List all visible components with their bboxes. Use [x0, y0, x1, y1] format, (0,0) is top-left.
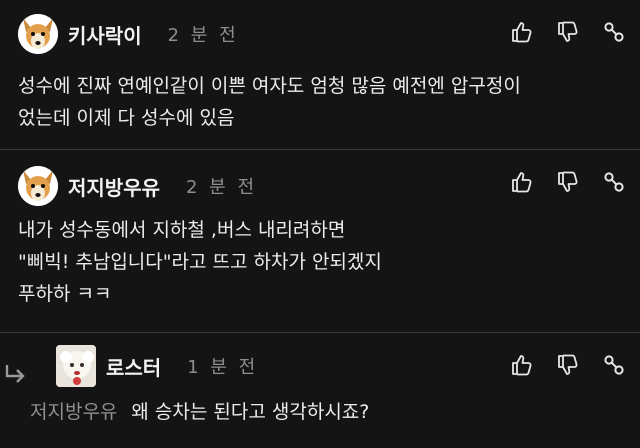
thumbs-up-icon	[512, 355, 532, 376]
copy-link-button[interactable]	[602, 20, 626, 44]
comment-actions	[510, 20, 626, 44]
comment-author[interactable]: 로스터	[106, 352, 161, 381]
comment-author[interactable]: 저지방우유	[68, 172, 160, 201]
comment-author[interactable]: 키사락이	[68, 20, 142, 49]
comment-timestamp: 2 분 전	[186, 177, 258, 198]
thumbs-up-icon	[512, 172, 532, 193]
comment-text: 내가 성수동에서 지하철 ,버스 내리려하면 "삐빅! 추남입니다"라고 뜨고 …	[18, 214, 382, 310]
dislike-button[interactable]	[556, 353, 580, 377]
comment-header: 키사락이 2 분 전	[18, 14, 239, 54]
comment-text: 저지방우유 왜 승차는 된다고 생각하시죠?	[30, 396, 369, 428]
comment-line: 왜 승차는 된다고 생각하시죠?	[131, 401, 370, 423]
copy-link-button[interactable]	[602, 170, 626, 194]
comment-line: "삐빅! 추남입니다"라고 뜨고 하차가 안되겠지	[18, 251, 382, 273]
comment-header: 저지방우유 2 분 전	[18, 166, 257, 206]
like-button[interactable]	[510, 353, 534, 377]
comment-line: 푸하하 ㅋㅋ	[18, 283, 112, 305]
reply-item: 로스터 1 분 전 저지방우유 왜 승차는 된다고 생각하시죠?	[0, 333, 640, 448]
avatar[interactable]	[18, 14, 58, 54]
copy-link-button[interactable]	[602, 353, 626, 377]
link-icon	[604, 355, 624, 375]
like-button[interactable]	[510, 20, 534, 44]
comment-timestamp: 2 분 전	[167, 25, 239, 46]
comment-timestamp: 1 분 전	[187, 357, 259, 378]
thumbs-down-icon	[558, 21, 578, 42]
link-icon	[604, 22, 624, 42]
comment-header: 로스터 1 분 전	[56, 345, 258, 387]
comment-item: 키사락이 2 분 전 성수에 진짜 연예인같이 이쁜 여자도 엄청 많음 예전엔…	[0, 0, 640, 150]
comment-actions	[510, 353, 626, 377]
comment-actions	[510, 170, 626, 194]
reply-arrow-icon	[5, 365, 25, 383]
thumbs-up-icon	[512, 22, 532, 43]
comment-item: 저지방우유 2 분 전 내가 성수동에서 지하철 ,버스 내리려하면 "삐빅! …	[0, 150, 640, 333]
like-button[interactable]	[510, 170, 534, 194]
comment-line: 내가 성수동에서 지하철 ,버스 내리려하면	[18, 219, 346, 241]
comment-text: 성수에 진짜 연예인같이 이쁜 여자도 엄청 많음 예전엔 압구정이 었는데 이…	[18, 70, 618, 134]
comment-line: 었는데 이제 다 성수에 있음	[18, 107, 235, 129]
dislike-button[interactable]	[556, 170, 580, 194]
link-icon	[604, 172, 624, 192]
thumbs-down-icon	[558, 354, 578, 375]
thumbs-down-icon	[558, 171, 578, 192]
mention-link[interactable]: 저지방우유	[30, 401, 117, 423]
avatar[interactable]	[18, 166, 58, 206]
comment-line: 성수에 진짜 연예인같이 이쁜 여자도 엄청 많음 예전엔 압구정이	[18, 75, 521, 97]
dislike-button[interactable]	[556, 20, 580, 44]
avatar[interactable]	[56, 345, 96, 387]
